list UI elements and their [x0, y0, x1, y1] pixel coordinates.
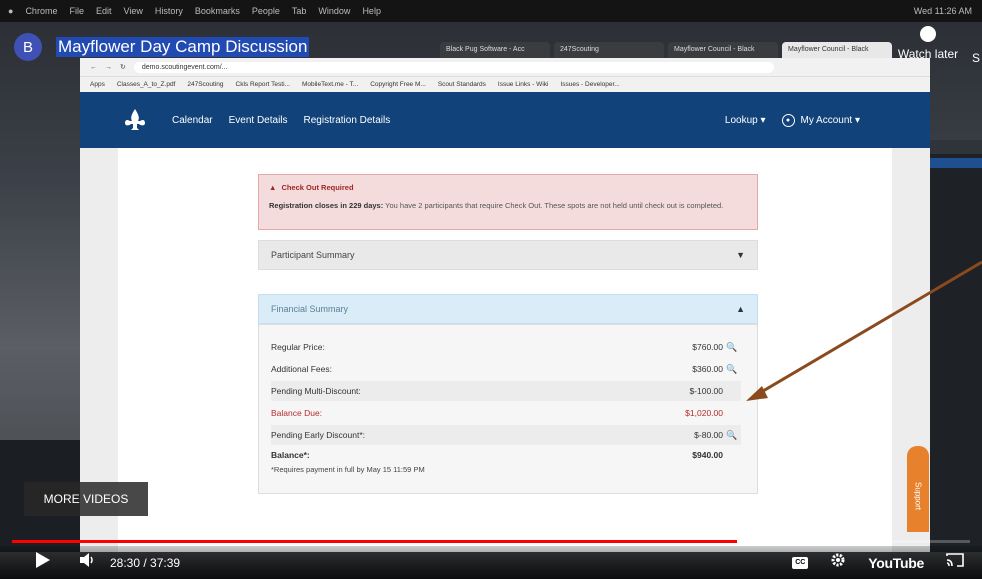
player-controls: 28:30 / 37:39 CC YouTube — [0, 546, 982, 579]
time-display: 28:30 / 37:39 — [110, 555, 181, 570]
clock-icon — [920, 26, 936, 42]
share-button-partial[interactable]: S — [972, 51, 980, 65]
progress-fill — [12, 540, 738, 543]
volume-icon[interactable] — [80, 553, 96, 572]
more-videos-button[interactable]: MORE VIDEOS — [24, 482, 148, 516]
watch-later-label: Watch later — [897, 47, 959, 61]
progress-bar[interactable] — [12, 540, 970, 543]
cast-icon[interactable] — [946, 553, 964, 572]
play-icon[interactable] — [36, 552, 50, 573]
video-title[interactable]: Mayflower Day Camp Discussion — [56, 37, 310, 57]
youtube-logo[interactable]: YouTube — [868, 555, 924, 571]
watch-later-button[interactable]: Watch later — [888, 26, 968, 61]
video-title-bar[interactable]: B Mayflower Day Camp Discussion — [14, 33, 310, 61]
channel-avatar[interactable]: B — [14, 33, 42, 61]
captions-icon[interactable]: CC — [792, 556, 809, 569]
settings-gear-icon[interactable] — [830, 552, 846, 573]
